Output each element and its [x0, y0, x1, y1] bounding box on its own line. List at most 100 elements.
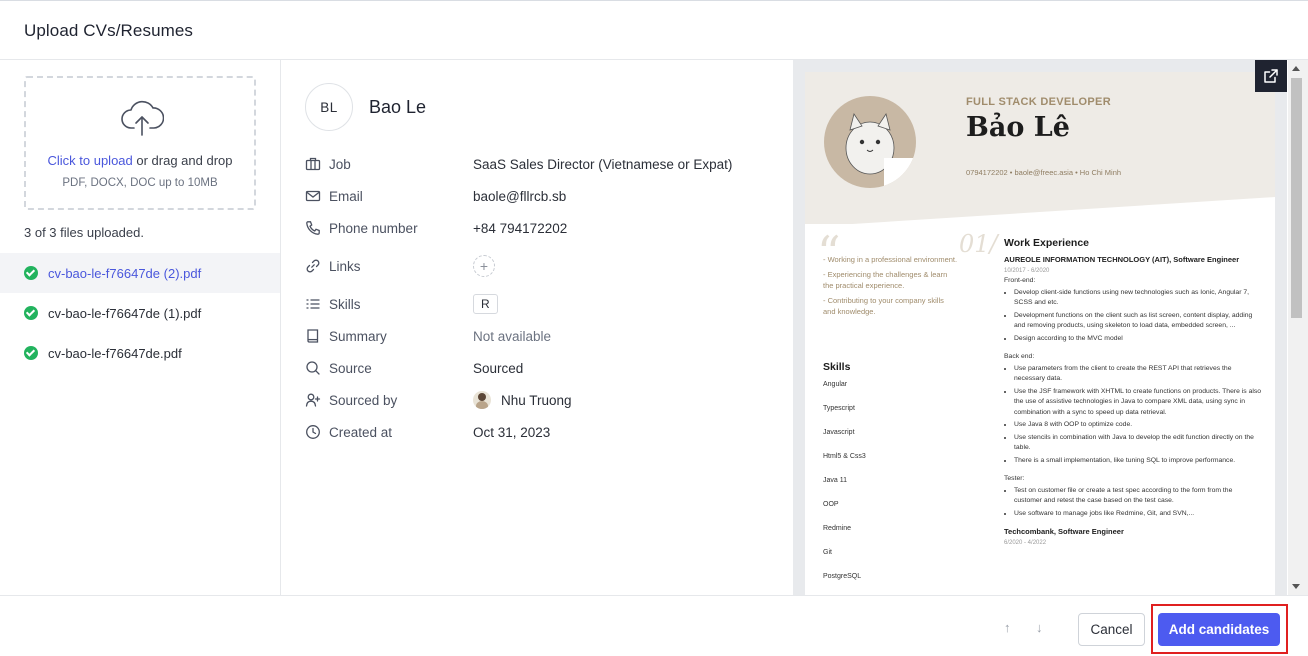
cv-skills-list: Angular Typescript Javascript Html5 & Cs… [823, 381, 866, 595]
field-phone: Phone number +84 794172202 [305, 218, 567, 238]
job-company: AUREOLE INFORMATION TECHNOLOGY (AIT), So… [1004, 255, 1240, 264]
field-sourced-by: Sourced by Nhu Truong [305, 390, 572, 410]
objective-item: - Experiencing the challenges & learn th… [823, 270, 948, 290]
job-bullet: Design according to the MVC model [1014, 334, 1262, 345]
click-to-upload-link[interactable]: Click to upload [47, 153, 132, 168]
check-circle-icon [24, 266, 38, 280]
field-label: Summary [329, 328, 387, 344]
skill-item: OOP [823, 501, 839, 508]
job-bullet: Test on customer file or create a test s… [1014, 486, 1262, 507]
cv-work-experience: AUREOLE INFORMATION TECHNOLOGY (AIT), So… [1004, 255, 1262, 548]
job-bullet: Use stencils in combination with Java to… [1014, 433, 1262, 454]
job-bullet: Use Java 8 with OOP to optimize code. [1014, 420, 1262, 431]
cv-contact: 0794172202 • baole@freec.asia • Ho Chi M… [966, 168, 1122, 177]
add-link-button[interactable]: + [473, 255, 495, 277]
modal-header: Upload CVs/Resumes [0, 1, 1308, 60]
open-external-icon[interactable] [1255, 60, 1287, 92]
scroll-down-arrow-icon[interactable] [1292, 584, 1300, 589]
file-type-hint: PDF, DOCX, DOC up to 10MB [62, 177, 218, 189]
field-links: Links + [305, 255, 495, 277]
job-bullet: Development functions on the client such… [1014, 311, 1262, 332]
skill-chip[interactable]: R [473, 294, 498, 314]
previous-arrow-icon[interactable]: ↑ [1004, 620, 1011, 635]
search-icon [305, 360, 321, 376]
job-subheading: Tester: [1004, 475, 1025, 482]
check-circle-icon [24, 306, 38, 320]
skill-item: PostgreSQL [823, 573, 862, 580]
candidate-name: Bao Le [369, 97, 427, 117]
file-item[interactable]: cv-bao-le-f76647de (1).pdf [0, 293, 280, 333]
skill-item: Git [823, 549, 832, 556]
file-name: cv-bao-le-f76647de (1).pdf [48, 305, 202, 321]
phone-icon [305, 220, 321, 236]
file-item[interactable]: cv-bao-le-f76647de (2).pdf [0, 253, 280, 293]
modal-title: Upload CVs/Resumes [24, 21, 194, 40]
cloud-upload-icon [121, 100, 164, 136]
upload-cvs-modal: Upload CVs/Resumes Click to upload or dr… [0, 0, 1308, 656]
preview-scrollbar[interactable] [1288, 60, 1308, 595]
field-summary: Summary Not available [305, 326, 551, 346]
cv-name: Bảo Lê [966, 112, 1070, 143]
job-bullet: Use parameters from the client to create… [1014, 364, 1262, 385]
cancel-button[interactable]: Cancel [1078, 613, 1145, 646]
add-candidates-button[interactable]: Add candidates [1158, 613, 1280, 646]
field-email: Email baole@fllrcb.sb [305, 186, 566, 206]
job-bullet: Use software to manage jobs like Redmine… [1014, 509, 1262, 520]
skill-item: Java 11 [823, 477, 847, 484]
created-at-value: Oct 31, 2023 [473, 424, 551, 440]
summary-value: Not available [473, 328, 552, 344]
avatar: BL [305, 83, 353, 131]
field-label: Email [329, 188, 363, 204]
job-value: SaaS Sales Director (Vietnamese or Expat… [473, 156, 733, 172]
skill-item: Javascript [823, 429, 855, 436]
candidate-details: BL Bao Le Job SaaS Sales Director (Vietn… [281, 60, 793, 595]
field-label: Source [329, 360, 372, 376]
cv-work-heading: Work Experience [1004, 237, 1090, 249]
source-value: Sourced [473, 360, 524, 376]
next-arrow-icon[interactable]: ↓ [1036, 620, 1043, 635]
job-bullet: There is a small implementation, like tu… [1014, 456, 1262, 467]
sourcer-avatar [473, 391, 491, 409]
field-label: Sourced by [329, 392, 398, 408]
skill-item: Redmine [823, 525, 852, 532]
field-label: Skills [329, 296, 361, 312]
field-created-at: Created at Oct 31, 2023 [305, 422, 550, 442]
skill-item: Angular [823, 381, 848, 388]
field-label: Phone number [329, 220, 418, 236]
cv-photo [824, 96, 916, 188]
file-item[interactable]: cv-bao-le-f76647de.pdf [0, 333, 280, 373]
dropzone-instructions: Click to upload or drag and drop [26, 153, 254, 168]
job-dates: 6/2020 - 4/2022 [1004, 539, 1047, 546]
check-circle-icon [24, 346, 38, 360]
file-dropzone[interactable]: Click to upload or drag and drop PDF, DO… [24, 76, 256, 210]
drag-drop-text: or drag and drop [132, 153, 233, 168]
field-skills: Skills R [305, 294, 498, 314]
cv-preview-pane[interactable]: FULL STACK DEVELOPER Bảo Lê 0794172202 •… [793, 60, 1287, 595]
cv-role: FULL STACK DEVELOPER [966, 96, 1111, 108]
job-bullet: Use the JSF framework with XHTML to crea… [1014, 387, 1262, 419]
file-name: cv-bao-le-f76647de.pdf [48, 345, 182, 361]
phone-value: +84 794172202 [473, 220, 568, 236]
book-icon [305, 328, 321, 344]
sourced-by-value: Nhu Truong [501, 392, 572, 408]
scrollbar-thumb[interactable] [1291, 78, 1302, 318]
upload-status: 3 of 3 files uploaded. [24, 225, 144, 240]
objective-item: - Working in a professional environment. [823, 255, 958, 264]
cv-section-number: 01/ [959, 230, 998, 258]
job-subheading: Front-end: [1004, 277, 1036, 284]
user-plus-icon [305, 392, 321, 408]
cv-header-diagonal [805, 197, 1275, 227]
job-subheading: Back end: [1004, 353, 1035, 360]
job-bullet: Develop client-side functions using new … [1014, 288, 1262, 309]
file-name: cv-bao-le-f76647de (2).pdf [48, 265, 202, 281]
file-list: cv-bao-le-f76647de (2).pdf cv-bao-le-f76… [0, 253, 280, 373]
briefcase-icon [305, 156, 321, 172]
scroll-up-arrow-icon[interactable] [1292, 66, 1300, 71]
skill-item: Typescript [823, 405, 855, 412]
link-icon [305, 258, 321, 274]
field-label: Links [329, 258, 361, 274]
job-dates: 10/2017 - 6/2020 [1004, 267, 1050, 274]
email-value: baole@fllrcb.sb [473, 188, 567, 204]
modal-footer: ↑ ↓ Cancel Add candidates [0, 595, 1308, 656]
upload-panel: Click to upload or drag and drop PDF, DO… [0, 60, 281, 595]
